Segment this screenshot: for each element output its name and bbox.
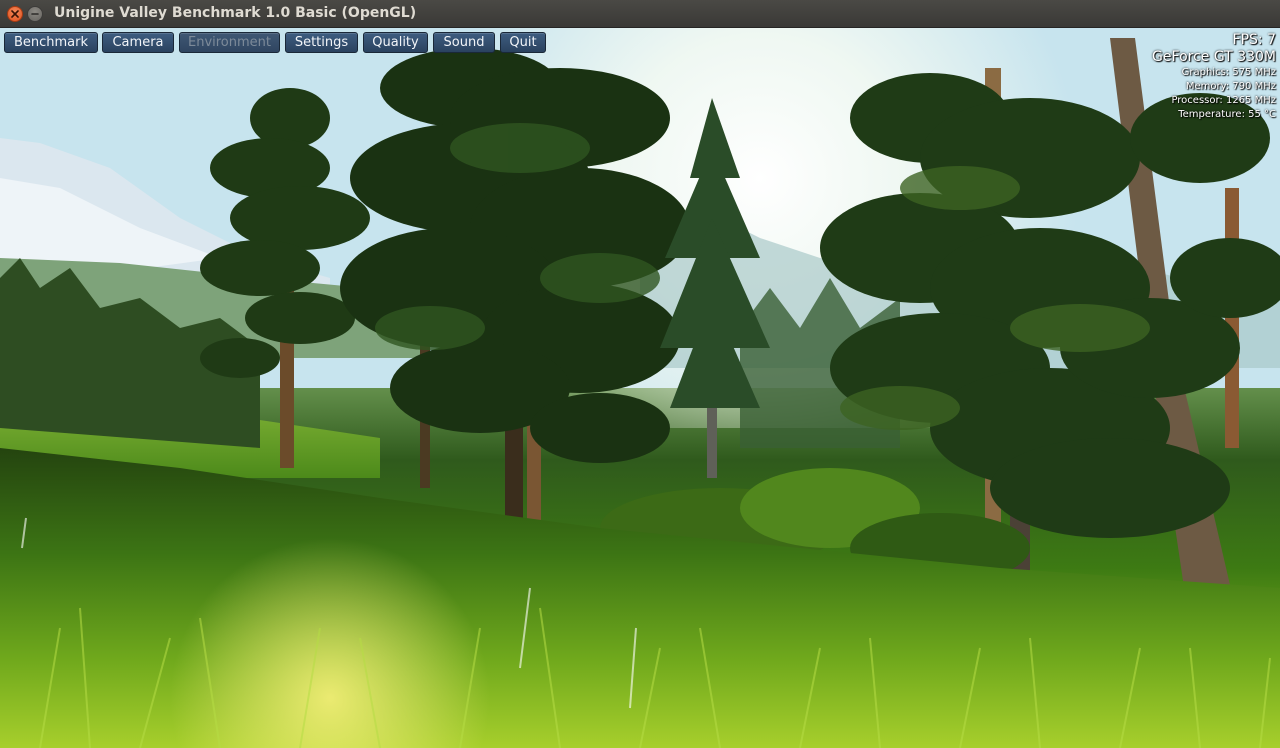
settings-button[interactable]: Settings	[285, 32, 358, 53]
gpu-name: GeForce GT 330M	[1152, 49, 1276, 65]
fps-counter: FPS: 7	[1232, 32, 1276, 48]
memory-clock: Memory: 790 MHz	[1185, 81, 1276, 92]
app-window: Unigine Valley Benchmark 1.0 Basic (Open…	[0, 0, 1280, 748]
graphics-clock: Graphics: 575 MHz	[1181, 67, 1276, 78]
quit-button[interactable]: Quit	[500, 32, 546, 53]
environment-button[interactable]: Environment	[179, 32, 280, 53]
minimize-icon[interactable]	[27, 6, 43, 22]
stats-overlay: FPS: 7 GeForce GT 330M Graphics: 575 MHz…	[1152, 32, 1276, 122]
window-title: Unigine Valley Benchmark 1.0 Basic (Open…	[54, 5, 417, 21]
forest-scene	[0, 28, 1280, 748]
gpu-temperature: Temperature: 55 °C	[1178, 109, 1276, 120]
camera-button[interactable]: Camera	[102, 32, 174, 53]
close-icon[interactable]	[7, 6, 23, 22]
quality-button[interactable]: Quality	[363, 32, 428, 53]
title-bar[interactable]: Unigine Valley Benchmark 1.0 Basic (Open…	[0, 0, 1280, 28]
sound-button[interactable]: Sound	[433, 32, 495, 53]
processor-clock: Processor: 1265 MHz	[1171, 95, 1276, 106]
benchmark-viewport[interactable]: Benchmark Camera Environment Settings Qu…	[0, 28, 1280, 748]
benchmark-button[interactable]: Benchmark	[4, 32, 98, 53]
